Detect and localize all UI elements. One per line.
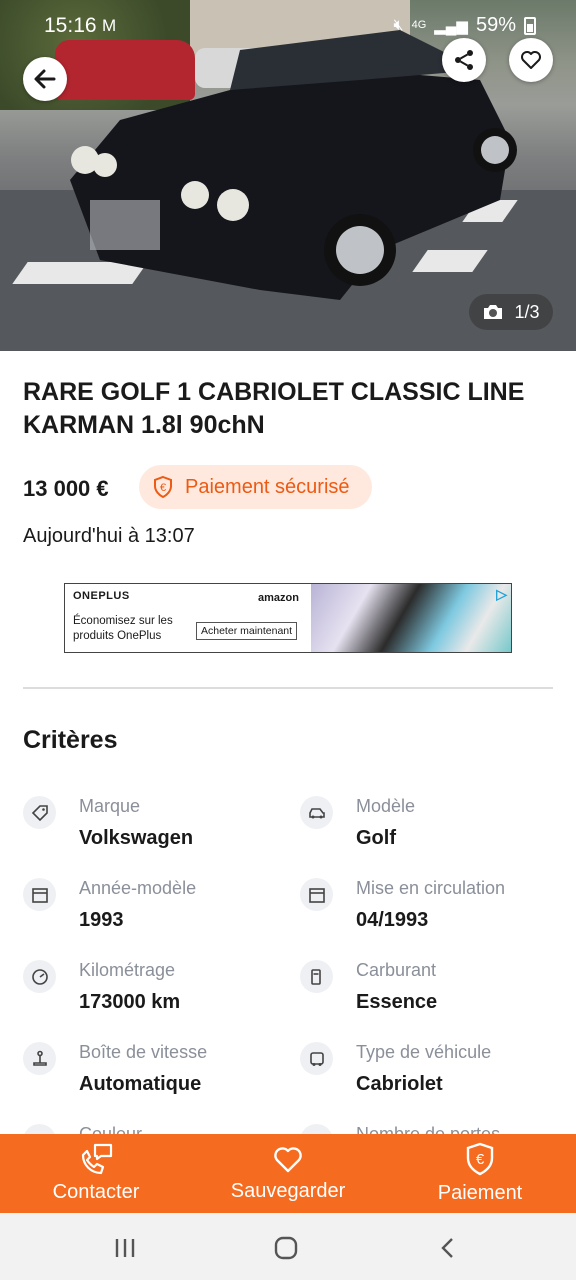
calendar-icon — [23, 878, 56, 911]
tag-icon — [23, 796, 56, 829]
listing-price: 13 000 € — [23, 476, 109, 501]
contact-button[interactable]: Contacter — [0, 1134, 192, 1213]
ad-cta-button[interactable]: Acheter maintenant — [196, 622, 298, 640]
criteria-item-brand: Marque Volkswagen — [23, 796, 283, 866]
ad-banner[interactable]: ONEPLUS amazon Économisez sur les produi… — [64, 583, 512, 653]
back-button[interactable] — [23, 57, 67, 101]
recent-apps-button[interactable] — [110, 1233, 140, 1263]
recent-apps-icon — [115, 1239, 135, 1257]
criteria-value: 04/1993 — [356, 909, 429, 931]
criteria-value: 173000 km — [79, 991, 181, 1013]
speedometer-icon — [23, 960, 56, 993]
phone-chat-icon — [81, 1143, 113, 1175]
favorite-button[interactable] — [509, 38, 553, 82]
calendar-icon — [300, 878, 333, 911]
criteria-label: Carburant — [356, 960, 437, 980]
criteria-label: Mise en circulation — [356, 878, 506, 898]
payment-button[interactable]: € Paiement — [384, 1134, 576, 1213]
home-button[interactable] — [271, 1233, 301, 1263]
home-icon — [274, 1236, 298, 1260]
criteria-value: Cabriolet — [356, 1073, 443, 1095]
criteria-label: Modèle — [356, 796, 416, 816]
bottom-action-bar: Contacter Sauvegarder € Paiement — [0, 1134, 576, 1213]
save-button[interactable]: Sauvegarder — [192, 1134, 384, 1213]
criteria-value: Volkswagen — [79, 827, 194, 849]
euro-shield-icon: € — [466, 1142, 494, 1176]
criteria-label: Boîte de vitesse — [79, 1042, 208, 1062]
svg-text:€: € — [160, 482, 166, 494]
photo-counter-text: 1/3 — [514, 301, 540, 322]
share-icon — [455, 50, 473, 70]
criteria-label: Type de véhicule — [356, 1042, 492, 1062]
signal-icon: ▂▄▆ — [434, 17, 468, 35]
criteria-label: Marque — [79, 796, 141, 816]
arrow-left-icon — [34, 69, 56, 89]
share-button[interactable] — [442, 38, 486, 82]
system-back-button[interactable] — [433, 1233, 463, 1263]
gmail-notification-icon: M — [102, 16, 117, 35]
criteria-item-registration-date: Mise en circulation 04/1993 — [300, 878, 560, 948]
battery-icon — [524, 16, 536, 35]
euro-shield-icon: € — [154, 475, 172, 499]
criteria-item-model-year: Année-modèle 1993 — [23, 878, 283, 948]
status-time: 15:16 — [44, 14, 97, 37]
criteria-heading: Critères — [23, 726, 118, 754]
chevron-left-icon — [441, 1238, 453, 1258]
secure-payment-label: Paiement sécurisé — [185, 475, 350, 498]
heart-icon — [274, 1147, 302, 1173]
fuel-icon — [300, 960, 333, 993]
payment-label: Paiement — [437, 1182, 523, 1204]
car-icon — [300, 796, 333, 829]
criteria-label: Année-modèle — [79, 878, 197, 898]
photo-counter[interactable]: 1/3 — [469, 294, 553, 330]
criteria-label: Kilométrage — [79, 960, 176, 980]
camera-icon — [484, 305, 503, 319]
criteria-item-gearbox: Boîte de vitesse Automatique — [23, 1042, 283, 1112]
vehicle-type-icon — [300, 1042, 333, 1075]
ad-phones-image — [311, 584, 511, 652]
status-bar: 15:16 M 🔇︎ 4G ▂▄▆ 59% — [0, 0, 576, 52]
criteria-value: 1993 — [79, 909, 124, 931]
divider — [23, 687, 553, 689]
criteria-item-vehicle-type: Type de véhicule Cabriolet — [300, 1042, 560, 1112]
system-navigation-bar — [0, 1213, 576, 1280]
criteria-item-mileage: Kilométrage 173000 km — [23, 960, 283, 1030]
criteria-value: Golf — [356, 827, 396, 849]
criteria-value: Essence — [356, 991, 438, 1013]
ad-copy: Économisez sur les produits OnePlus — [73, 615, 173, 642]
ad-retailer: amazon — [258, 592, 299, 604]
network-type: 4G — [411, 19, 427, 31]
mute-icon: 🔇︎ — [393, 16, 404, 34]
gearshift-icon — [23, 1042, 56, 1075]
listing-date: Aujourd'hui à 13:07 — [23, 525, 195, 547]
svg-text:€: € — [476, 1151, 485, 1168]
heart-icon — [521, 51, 541, 69]
ad-brand: ONEPLUS — [73, 590, 130, 602]
contact-label: Contacter — [52, 1181, 140, 1203]
criteria-value: Automatique — [79, 1073, 202, 1095]
battery-percent: 59% — [475, 14, 516, 36]
criteria-item-model: Modèle Golf — [300, 796, 560, 866]
save-label: Sauvegarder — [230, 1180, 346, 1202]
secure-payment-badge[interactable]: € Paiement sécurisé — [139, 465, 372, 509]
criteria-item-fuel: Carburant Essence — [300, 960, 560, 1030]
adchoices-icon[interactable]: ▷ — [496, 586, 507, 603]
listing-title: RARE GOLF 1 CABRIOLET CLASSIC LINE KARMA… — [23, 378, 525, 439]
